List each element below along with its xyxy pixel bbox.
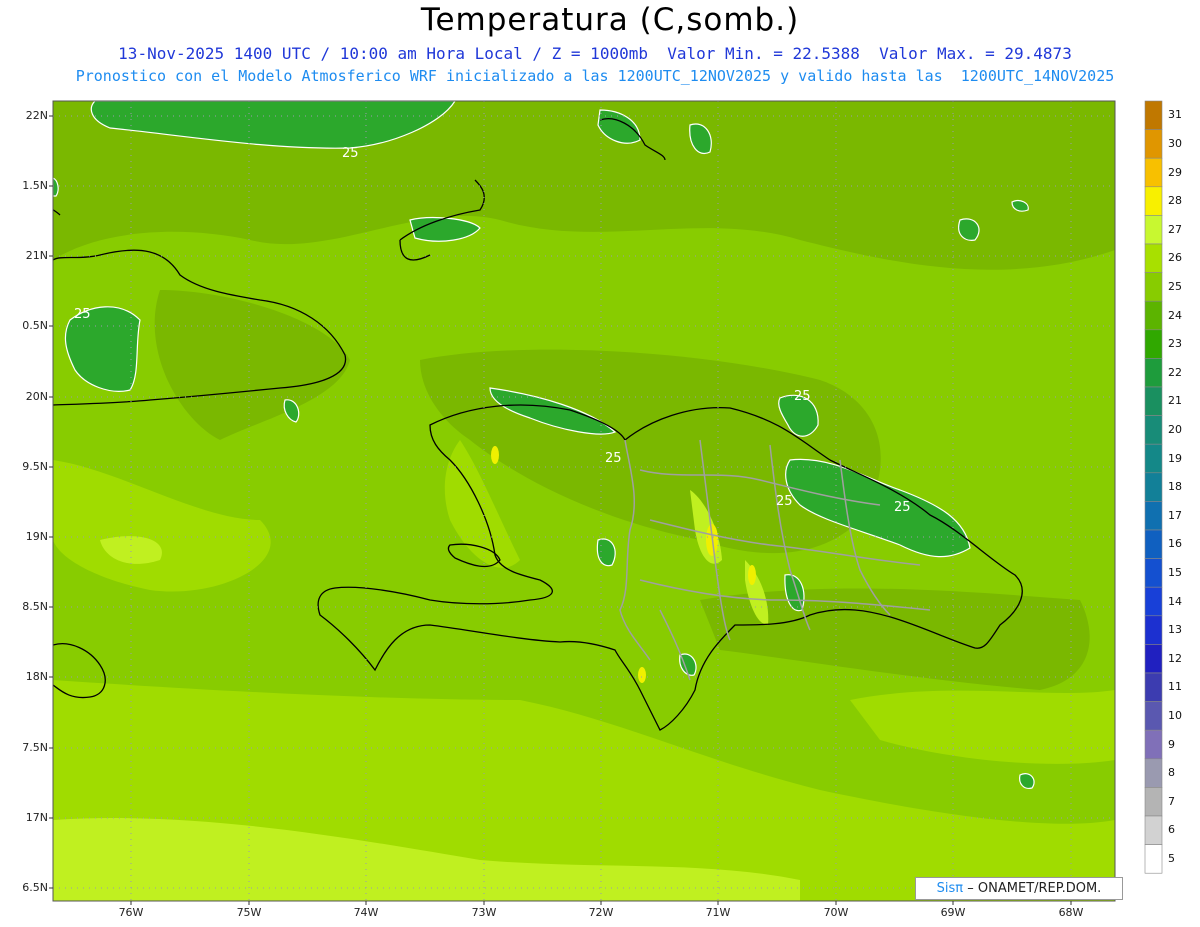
colorbar-label: 28: [1168, 194, 1182, 208]
colorbar-label: 19: [1168, 451, 1182, 465]
colorbar-label: 22: [1168, 365, 1182, 379]
longitude-tick-label: 72W: [588, 906, 614, 919]
colorbar-swatch: [1144, 529, 1163, 559]
colorbar-label: 21: [1168, 394, 1182, 408]
colorbar-swatch: [1144, 100, 1163, 130]
colorbar-label: 6: [1168, 823, 1175, 837]
colorbar-swatch: [1144, 729, 1163, 760]
longitude-tick-label: 70W: [823, 906, 849, 919]
latitude-tick-label: 1.5N: [22, 179, 48, 192]
latitude-tick-label: 8.5N: [22, 600, 48, 613]
latitude-tick-label: 20N: [25, 390, 48, 403]
colorbar-swatch: [1144, 358, 1163, 388]
latitude-tick-label: 0.5N: [22, 319, 48, 332]
colorbar: [1144, 100, 1163, 874]
colorbar-label: 15: [1168, 565, 1182, 579]
contour-label: 25: [794, 389, 811, 404]
colorbar-swatch: [1144, 157, 1163, 188]
latitude-tick-label: 22N: [25, 109, 48, 122]
colorbar-label: 23: [1168, 337, 1182, 351]
colorbar-label: 7: [1168, 794, 1175, 808]
colorbar-label: 12: [1168, 651, 1182, 665]
latitude-tick-label: 7.5N: [22, 741, 48, 754]
colorbar-swatch: [1144, 129, 1163, 159]
longitude-tick-label: 71W: [705, 906, 731, 919]
colorbar-label: 24: [1168, 308, 1182, 322]
latitude-tick-label: 17N: [25, 811, 48, 824]
colorbar-swatch: [1144, 415, 1163, 445]
colorbar-swatch: [1144, 787, 1163, 817]
colorbar-swatch: [1144, 186, 1163, 216]
colorbar-swatch: [1144, 815, 1163, 845]
colorbar-label: 16: [1168, 537, 1182, 551]
colorbar-swatch: [1144, 501, 1163, 531]
colorbar-swatch: [1144, 272, 1163, 302]
colorbar-swatch: [1144, 701, 1163, 731]
colorbar-label: 30: [1168, 136, 1182, 150]
colorbar-label: 5: [1168, 851, 1175, 865]
colorbar-swatch: [1144, 386, 1163, 416]
credit-text: – ONAMET/REP.DOM.: [967, 881, 1102, 896]
colorbar-label: 26: [1168, 251, 1182, 265]
colorbar-swatch: [1144, 243, 1163, 273]
colorbar-label: 8: [1168, 766, 1175, 780]
longitude-tick-label: 68W: [1058, 906, 1084, 919]
latitude-tick-label: 21N: [25, 249, 48, 262]
colorbar-swatch: [1144, 615, 1163, 645]
contour-label: 25: [342, 146, 359, 161]
colorbar-label: 25: [1168, 279, 1182, 293]
latitude-tick-label: 6.5N: [22, 881, 48, 894]
colorbar-label: 27: [1168, 222, 1182, 236]
contour-label: 25: [605, 451, 622, 466]
credit-box: Sisπ – ONAMET/REP.DOM.: [915, 877, 1123, 900]
plot-area: 25 25 25 25 25 25: [53, 101, 1115, 901]
colorbar-swatch: [1144, 558, 1163, 588]
colorbar-label: 11: [1168, 680, 1182, 694]
colorbar-swatch: [1144, 300, 1163, 331]
colorbar-swatch: [1144, 586, 1163, 617]
colorbar-swatch: [1144, 443, 1163, 474]
colorbar-label: 17: [1168, 508, 1182, 522]
colorbar-swatch: [1144, 472, 1163, 502]
longitude-tick-label: 73W: [471, 906, 497, 919]
longitude-tick-label: 69W: [940, 906, 966, 919]
colorbar-swatch: [1144, 329, 1163, 359]
colorbar-label: 9: [1168, 737, 1175, 751]
colorbar-label: 14: [1168, 594, 1182, 608]
colorbar-swatch: [1144, 758, 1163, 788]
colorbar-swatch: [1144, 672, 1163, 702]
colorbar-swatch: [1144, 215, 1163, 245]
colorbar-label: 10: [1168, 708, 1182, 722]
contour-label: 25: [74, 307, 91, 322]
latitude-tick-label: 9.5N: [22, 460, 48, 473]
temperature-map: 25 25 25 25 25 25: [49, 100, 1163, 905]
colorbar-swatch: [1144, 844, 1163, 874]
longitude-tick-label: 75W: [236, 906, 262, 919]
colorbar-label: 13: [1168, 623, 1182, 637]
longitude-tick-label: 76W: [118, 906, 144, 919]
contour-label: 25: [776, 494, 793, 509]
latitude-tick-label: 19N: [25, 530, 48, 543]
latitude-tick-label: 18N: [25, 670, 48, 683]
sispi-logo-text: Sisπ: [936, 881, 964, 896]
colorbar-label: 18: [1168, 480, 1182, 494]
colorbar-label: 20: [1168, 422, 1182, 436]
contour-label: 25: [894, 500, 911, 515]
longitude-tick-label: 74W: [353, 906, 379, 919]
colorbar-label: 29: [1168, 165, 1182, 179]
colorbar-label: 31: [1168, 108, 1182, 122]
colorbar-swatch: [1144, 644, 1163, 674]
